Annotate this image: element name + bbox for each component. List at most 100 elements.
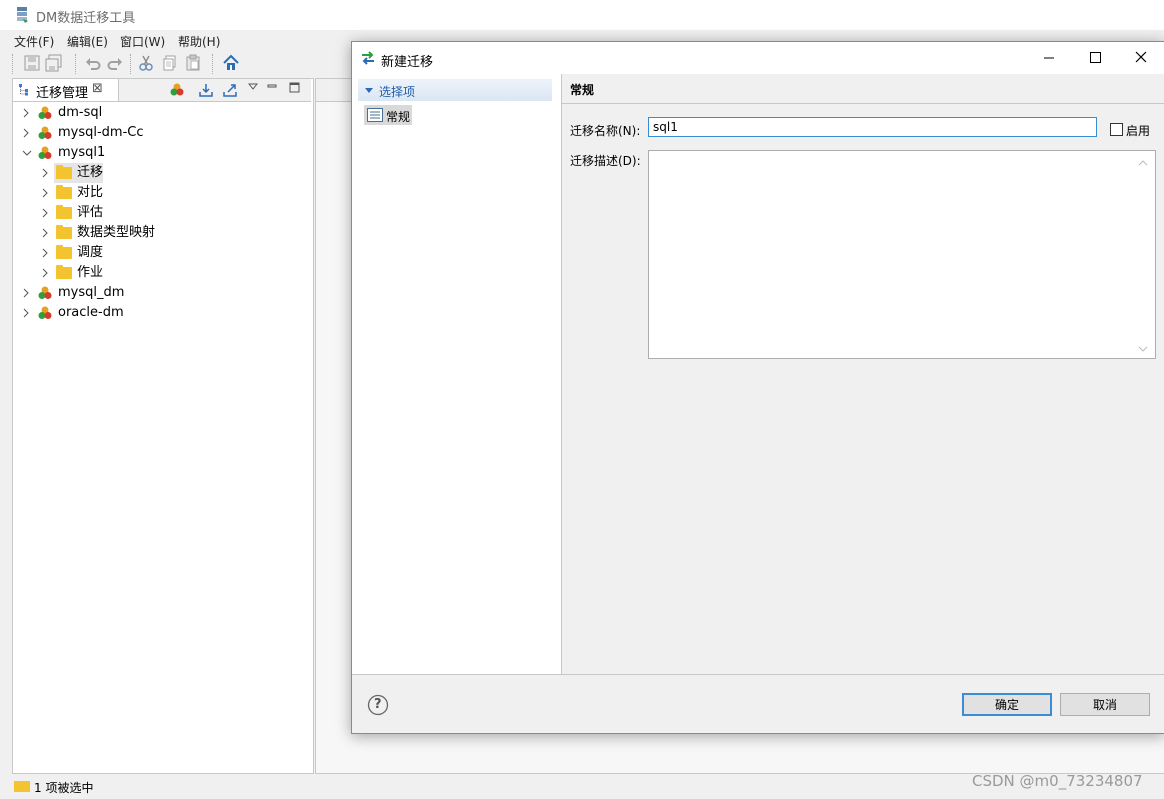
tab-migration-manager[interactable]: 迁移管理 ⊠ <box>13 79 119 101</box>
project-icon <box>37 306 53 320</box>
tree-item-mysql-dm[interactable]: mysql_dm <box>13 283 311 303</box>
toolbar-separator <box>212 54 213 74</box>
dialog-nav-panel: 选择项 常规 <box>352 74 562 674</box>
save-icon[interactable] <box>23 54 41 72</box>
form-icon <box>367 108 383 125</box>
paste-icon[interactable] <box>184 54 202 72</box>
help-glyph: ? <box>374 697 382 712</box>
tree-item-oracle-dm[interactable]: oracle-dm <box>13 303 311 323</box>
migration-name-input[interactable] <box>648 117 1097 137</box>
chevron-right-icon[interactable] <box>40 203 52 223</box>
close-button[interactable] <box>1118 42 1164 74</box>
cancel-button[interactable]: 取消 <box>1060 693 1150 716</box>
tree-label: oracle-dm <box>58 305 124 320</box>
dialog-title-bar: 新建迁移 <box>352 42 1164 74</box>
project-icon <box>37 106 53 120</box>
migration-description-textarea[interactable] <box>648 150 1156 359</box>
folder-icon <box>56 185 72 199</box>
chevron-down-icon[interactable] <box>21 143 33 163</box>
home-icon[interactable] <box>222 54 240 72</box>
tree-label: 数据类型映射 <box>77 225 156 240</box>
maximize-view-icon[interactable] <box>289 82 300 96</box>
tree-item-schedule-folder[interactable]: 调度 <box>13 243 311 263</box>
cut-icon[interactable] <box>137 54 155 72</box>
toolbar-separator <box>12 54 13 74</box>
menu-file[interactable]: 文件(F) <box>14 33 54 50</box>
dialog-title: 新建迁移 <box>381 55 434 70</box>
tab-label: 迁移管理 <box>36 86 89 101</box>
chevron-right-icon[interactable] <box>40 263 52 283</box>
redo-icon[interactable] <box>106 54 124 72</box>
chevron-right-icon[interactable] <box>40 223 52 243</box>
toolbar-separator <box>75 54 76 74</box>
close-icon[interactable]: ⊠ <box>92 81 103 96</box>
new-migration-dialog: 新建迁移 选择项 常规 常规 迁移名称(N): sql1 启用 迁移描述(D):… <box>351 41 1164 734</box>
folder-icon <box>56 265 72 279</box>
tree-item-migration-folder[interactable]: 迁移 <box>13 163 311 183</box>
main-title-bar: DM数据迁移工具 <box>0 0 1164 30</box>
enable-checkbox[interactable] <box>1110 123 1123 136</box>
scroll-down-icon[interactable] <box>1138 342 1148 356</box>
chevron-right-icon[interactable] <box>21 123 33 143</box>
tree-view-icon <box>18 83 32 100</box>
nav-item-label: 常规 <box>386 110 411 124</box>
tree-item-job-folder[interactable]: 作业 <box>13 263 311 283</box>
app-icon <box>14 6 30 24</box>
tree-item-type-mapping-folder[interactable]: 数据类型映射 <box>13 223 311 243</box>
chevron-right-icon[interactable] <box>40 163 52 183</box>
menu-edit[interactable]: 编辑(E) <box>67 33 108 50</box>
section-header[interactable]: 选择项 <box>358 79 552 101</box>
save-all-icon[interactable] <box>45 54 63 72</box>
tree-label: 评估 <box>77 205 104 220</box>
content-header: 常规 <box>562 74 1164 104</box>
editor-tab-strip <box>316 79 353 102</box>
folder-icon <box>56 245 72 259</box>
chevron-right-icon[interactable] <box>21 283 33 303</box>
app-title: DM数据迁移工具 <box>36 11 136 26</box>
minimize-button[interactable] <box>1026 42 1072 74</box>
tree-label: 对比 <box>77 185 104 200</box>
menu-window[interactable]: 窗口(W) <box>120 33 165 50</box>
help-icon[interactable]: ? <box>367 694 389 719</box>
ok-button[interactable]: 确定 <box>962 693 1052 716</box>
tree-label: mysql-dm-Cc <box>58 125 144 140</box>
undo-icon[interactable] <box>84 54 102 72</box>
section-label: 选择项 <box>379 85 416 99</box>
tree-item-assess-folder[interactable]: 评估 <box>13 203 311 223</box>
minimize-view-icon[interactable] <box>267 80 277 94</box>
view-menu-icon[interactable] <box>247 81 259 95</box>
tree-item-dm-sql[interactable]: dm-sql <box>13 103 311 123</box>
migration-icon <box>360 51 376 68</box>
tree-label: mysql1 <box>58 145 106 160</box>
chevron-right-icon[interactable] <box>21 103 33 123</box>
chevron-right-icon[interactable] <box>40 183 52 203</box>
maximize-button[interactable] <box>1072 42 1118 74</box>
toolbar-separator <box>130 54 131 74</box>
export-icon[interactable] <box>222 82 238 101</box>
status-text: 1 项被选中 <box>34 781 94 795</box>
folder-icon <box>14 781 30 792</box>
view-tab-bar: 迁移管理 ⊠ <box>13 79 311 102</box>
new-project-icon[interactable] <box>169 82 185 101</box>
folder-icon <box>56 205 72 219</box>
project-icon <box>37 146 53 160</box>
menu-help[interactable]: 帮助(H) <box>178 33 220 50</box>
nav-item-general[interactable]: 常规 <box>364 105 412 125</box>
copy-icon[interactable] <box>161 54 179 72</box>
chevron-right-icon[interactable] <box>21 303 33 323</box>
tree-item-compare-folder[interactable]: 对比 <box>13 183 311 203</box>
tree-item-mysql1[interactable]: mysql1 <box>13 143 311 163</box>
project-icon <box>37 126 53 140</box>
migration-manager-view: 迁移管理 ⊠ dm-sql mysql-dm-Cc mysql1 迁移 对比 评… <box>12 78 314 774</box>
tree-label: 调度 <box>77 245 104 260</box>
scroll-up-icon[interactable] <box>1138 156 1148 170</box>
folder-icon <box>56 225 72 239</box>
content-title: 常规 <box>570 83 595 97</box>
import-icon[interactable] <box>198 82 214 101</box>
chevron-right-icon[interactable] <box>40 243 52 263</box>
main-toolbar <box>0 50 350 78</box>
name-label: 迁移名称(N): <box>570 124 641 138</box>
tree-item-mysql-dm-cc[interactable]: mysql-dm-Cc <box>13 123 311 143</box>
watermark: CSDN @m0_73234807 <box>972 772 1143 790</box>
tree-label: 迁移 <box>77 165 104 180</box>
